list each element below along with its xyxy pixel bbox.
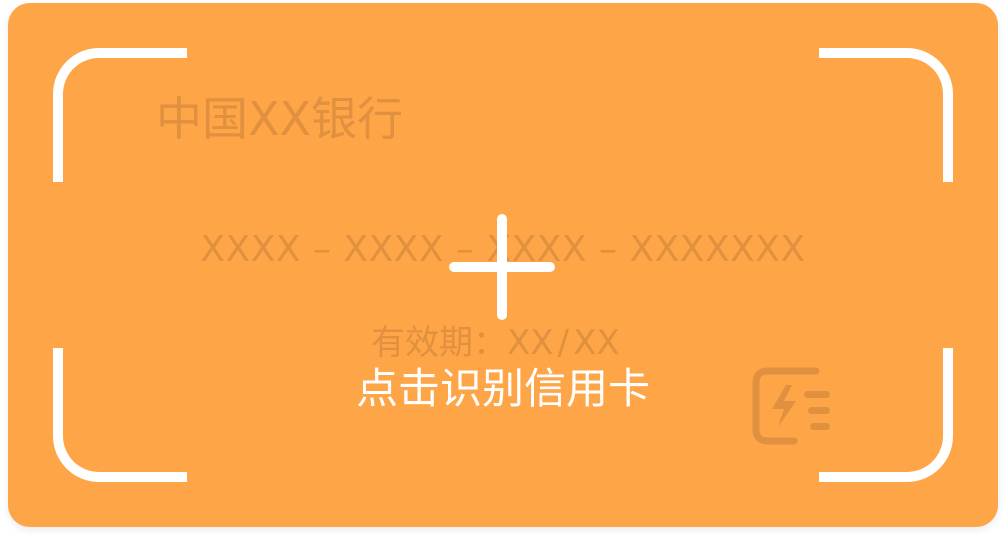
scan-card-button[interactable]: 点击识别信用卡 [333,208,673,418]
bank-name-placeholder: 中国XX银行 [156,92,404,146]
scan-frame-corner-top-left [53,48,187,182]
scan-frame-corner-top-right [819,48,953,182]
scan-frame-corner-bottom-right [819,348,953,482]
credit-card-scan-area[interactable]: 中国XX银行 XXXX – XXXX – XXXX – XXXXXXX 有效期：… [8,3,998,527]
scan-frame-corner-bottom-left [53,348,187,482]
scan-card-label[interactable]: 点击识别信用卡 [333,362,673,416]
plus-icon[interactable] [449,214,555,320]
